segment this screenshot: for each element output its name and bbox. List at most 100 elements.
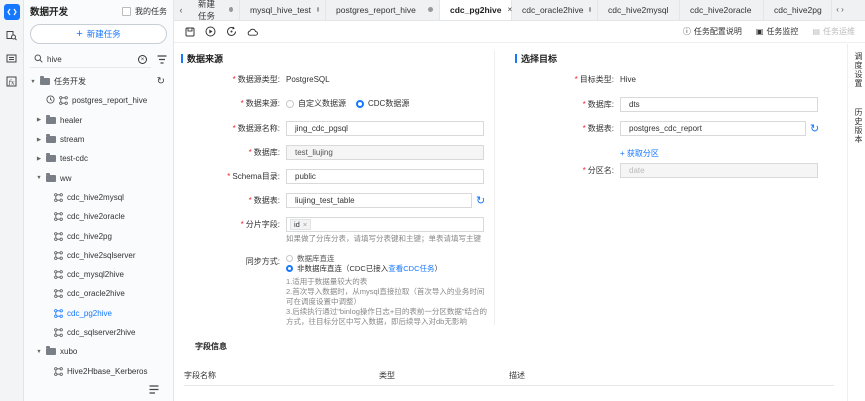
tree-node-label: cdc_hive2sqlserver [67, 250, 136, 260]
history-version-tab[interactable]: 历史版本 [853, 108, 864, 144]
schema-label: * Schema目录: [227, 172, 280, 181]
source-db-input[interactable]: test_liujing [286, 145, 484, 160]
tree-node[interactable]: cdc_hive2oracle [24, 207, 173, 226]
tree-node[interactable]: cdc_hive2sqlserver [24, 246, 173, 265]
toolbar: ⓘ 任务配置说明 ▣ 任务监控 ▤ 任务运维 [174, 21, 865, 43]
function-icon[interactable]: fx [4, 73, 20, 89]
tab-prev-icon[interactable]: ‹ [174, 0, 188, 20]
get-partition-link[interactable]: + 获取分区 [620, 148, 659, 159]
tab-1[interactable]: mysql_hive_test [240, 0, 326, 20]
tree-node[interactable]: ▼ ww [24, 168, 173, 187]
caret-down-icon[interactable]: ▼ [36, 349, 42, 355]
tree-node[interactable]: cdc_mysql2hive [24, 265, 173, 284]
shard-field-select[interactable]: id × [286, 217, 484, 232]
task-monitor-button[interactable]: ▣ 任务监控 [756, 26, 799, 37]
custom-source-label: 自定义数据源 [298, 99, 346, 108]
caret-down-icon[interactable]: ▼ [36, 175, 42, 181]
partition-input[interactable]: date [620, 163, 818, 178]
caret-right-icon[interactable]: ▶ [36, 156, 42, 162]
tree-node[interactable]: ▶ healer [24, 111, 173, 130]
tab-4[interactable]: cdc_oracle2hive [512, 0, 598, 20]
view-cdc-link[interactable]: 查看CDC任务 [388, 264, 434, 273]
my-tasks-checkbox[interactable]: 我的任务 [122, 6, 167, 17]
tab-7[interactable]: cdc_hive2pg [764, 0, 832, 20]
refresh-icon[interactable]: ↻ [157, 76, 165, 87]
workflow-icon [54, 231, 63, 241]
tag-close-icon[interactable]: × [303, 220, 307, 229]
schedule-settings-tab[interactable]: 调度设置 [853, 52, 864, 88]
tab-3[interactable]: cdc_pg2hive × [440, 0, 512, 20]
publish-cloud-icon[interactable] [247, 26, 258, 37]
custom-source-radio[interactable]: 自定义数据源 [286, 98, 346, 109]
tree-node-label: cdc_hive2mysql [67, 192, 124, 202]
tree-node[interactable]: cdc_pg2hive [24, 304, 173, 323]
run-icon[interactable] [205, 26, 216, 37]
col-field-name: 字段名称 [184, 371, 216, 380]
col-desc: 描述 [509, 371, 525, 380]
tree-node-label: xubo [60, 347, 78, 357]
tree-node-label: postgres_report_hive [72, 96, 148, 106]
source-table-select[interactable]: liujing_test_table [286, 193, 472, 208]
tree-node-label: healer [60, 115, 83, 125]
caret-right-icon[interactable]: ▶ [36, 137, 42, 143]
tree-node[interactable]: postgres_report_hive [24, 91, 173, 110]
right-side-panel: 调度设置 历史版本 [847, 44, 865, 401]
data-source-label: * 数据来源: [240, 99, 280, 108]
data-dev-icon[interactable] [3, 4, 20, 20]
main-area: ‹ 新建任务 mysql_hive_test postgres_report_hiv… [174, 0, 865, 401]
source-name-select[interactable]: jing_cdc_pgsql [286, 121, 484, 136]
target-db-label: * 数据库: [582, 100, 614, 109]
shard-field-label: * 分片字段: [240, 220, 280, 229]
source-table-refresh-icon[interactable]: ↻ [476, 194, 485, 207]
tree-node[interactable]: cdc_sqlserver2hive [24, 323, 173, 342]
tab-5[interactable]: cdc_hive2mysql [598, 0, 680, 20]
tab-status-dot [589, 7, 591, 12]
task-ops-label: 任务运维 [823, 27, 855, 36]
tab-label: cdc_pg2hive [450, 4, 502, 15]
task-ops-button[interactable]: ▤ 任务运维 [812, 26, 855, 37]
schema-select[interactable]: public [286, 169, 484, 184]
target-table-refresh-icon[interactable]: ↻ [810, 122, 819, 135]
tree-root-node[interactable]: ▼ 任务开发 ↻ [24, 72, 173, 91]
my-tasks-label: 我的任务 [135, 6, 167, 16]
tab-scroll-icon[interactable]: ‹ › [832, 0, 848, 20]
search-tree-icon[interactable] [4, 27, 20, 43]
tab-2[interactable]: postgres_report_hive [326, 0, 440, 20]
shard-tag-label: id [294, 220, 300, 229]
tree-root-label: 任务开发 [54, 77, 86, 87]
tree-node[interactable]: Hive2Hbase_Kerberos [24, 361, 173, 380]
tab-bar: ‹ 新建任务 mysql_hive_test postgres_report_hiv… [174, 0, 865, 21]
tree-node[interactable]: cdc_hive2pg [24, 226, 173, 245]
direct-connect-radio[interactable]: 数据库直连 [286, 254, 487, 264]
caret-down-icon[interactable]: ▼ [30, 79, 36, 85]
tree-node[interactable]: cdc_oracle2hive [24, 284, 173, 303]
svg-text:fx: fx [8, 78, 15, 86]
cdc-source-radio[interactable]: CDC数据源 [356, 98, 409, 109]
non-direct-radio[interactable]: 非数据库直连（CDC已接入查看CDC任务） [286, 264, 487, 274]
folder-icon [40, 76, 50, 86]
tree-node[interactable]: ▼ xubo [24, 342, 173, 361]
tree-node[interactable]: ▶ test-cdc [24, 149, 173, 168]
save-icon[interactable] [184, 26, 195, 37]
target-table-select[interactable]: postgres_cdc_report [620, 121, 806, 136]
caret-right-icon[interactable]: ▶ [36, 117, 42, 123]
ops-icon: ▤ [812, 27, 820, 36]
tab-6[interactable]: cdc_hive2oracle [680, 0, 764, 20]
tab-0[interactable]: 新建任务 [188, 0, 240, 21]
config-desc-button[interactable]: ⓘ 任务配置说明 [683, 26, 742, 37]
tab-label: postgres_report_hive [336, 4, 416, 15]
tree-node[interactable]: ▶ stream [24, 130, 173, 149]
schedule-run-icon[interactable] [226, 26, 237, 37]
filter-icon[interactable] [157, 54, 167, 66]
checkbox-icon[interactable] [122, 6, 131, 16]
list-icon[interactable] [4, 50, 20, 66]
clear-search-icon[interactable]: × [138, 55, 147, 64]
sort-icon[interactable] [149, 385, 159, 397]
tree-node[interactable]: cdc_hive2mysql [24, 188, 173, 207]
target-db-select[interactable]: dts [620, 97, 818, 112]
field-info-title: 字段信息 [195, 342, 227, 351]
new-task-button[interactable]: + 新建任务 [30, 24, 167, 44]
col-type: 类型 [379, 371, 395, 380]
search-input[interactable] [47, 55, 127, 64]
tree-node-label: cdc_pg2hive [67, 308, 112, 318]
